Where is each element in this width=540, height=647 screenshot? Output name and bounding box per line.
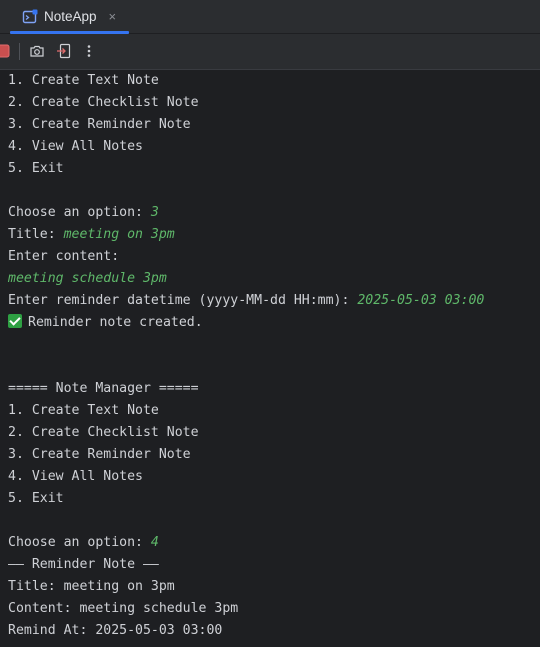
console-line: 1. Create Text Note	[8, 73, 159, 88]
console-prompt: Enter reminder datetime (yyyy-MM-dd HH:m…	[8, 293, 358, 308]
console-line: Title: meeting on 3pm	[8, 579, 175, 594]
stop-icon[interactable]	[0, 42, 12, 60]
console-prompt: Choose an option:	[8, 535, 151, 550]
tab-noteapp[interactable]: NoteApp ×	[14, 0, 129, 33]
console-line: 2. Create Checklist Note	[8, 95, 199, 110]
console-line: Content: meeting schedule 3pm	[8, 601, 239, 616]
exit-icon[interactable]	[55, 42, 73, 60]
console-line: 4. View All Notes	[8, 139, 143, 154]
console-line: —— Reminder Note ——	[8, 557, 159, 572]
check-mark-icon	[8, 314, 22, 328]
console-user-input: meeting on 3pm	[63, 227, 175, 242]
console-toolbar	[0, 34, 540, 70]
console-user-input: 4	[150, 535, 159, 550]
console-line: 3. Create Reminder Note	[8, 117, 191, 132]
console-line: Enter reminder datetime (yyyy-MM-dd HH:m…	[8, 290, 538, 312]
close-icon[interactable]: ×	[109, 9, 117, 24]
console-line: 4. View All Notes	[8, 469, 143, 484]
console-prompt: Choose an option:	[8, 205, 151, 220]
console-line: 2. Create Checklist Note	[8, 425, 199, 440]
more-icon[interactable]	[80, 42, 98, 60]
toolbar-separator	[19, 43, 20, 60]
tab-title: NoteApp	[44, 9, 97, 24]
camera-icon[interactable]	[28, 42, 46, 60]
console-user-input: meeting schedule 3pm	[8, 271, 167, 286]
console-output[interactable]: 1. Create Text Note 2. Create Checklist …	[8, 70, 538, 642]
console-line: ===== Note Manager =====	[8, 381, 199, 396]
editor-tab-bar: NoteApp ×	[0, 0, 540, 34]
console-prompt: Title:	[8, 227, 64, 242]
console-success-message: Reminder note created.	[28, 315, 203, 330]
console-line: meeting schedule 3pm	[8, 268, 538, 290]
console-line: 5. Exit	[8, 491, 64, 506]
console-line: Reminder note created.	[8, 312, 538, 334]
console-line: 3. Create Reminder Note	[8, 447, 191, 462]
console-line: Choose an option: 3	[8, 202, 538, 224]
console-line: 5. Exit	[8, 161, 64, 176]
console-line: Title: meeting on 3pm	[8, 224, 538, 246]
console-line: Remind At: 2025-05-03 03:00	[8, 623, 223, 638]
console-user-input: 3	[150, 205, 159, 220]
console-line: 1. Create Text Note	[8, 403, 159, 418]
console-line: Enter content:	[8, 249, 120, 264]
console-line: Choose an option: 4	[8, 532, 538, 554]
console-user-input: 2025-05-03 03:00	[357, 293, 485, 308]
run-console-icon	[22, 9, 38, 25]
